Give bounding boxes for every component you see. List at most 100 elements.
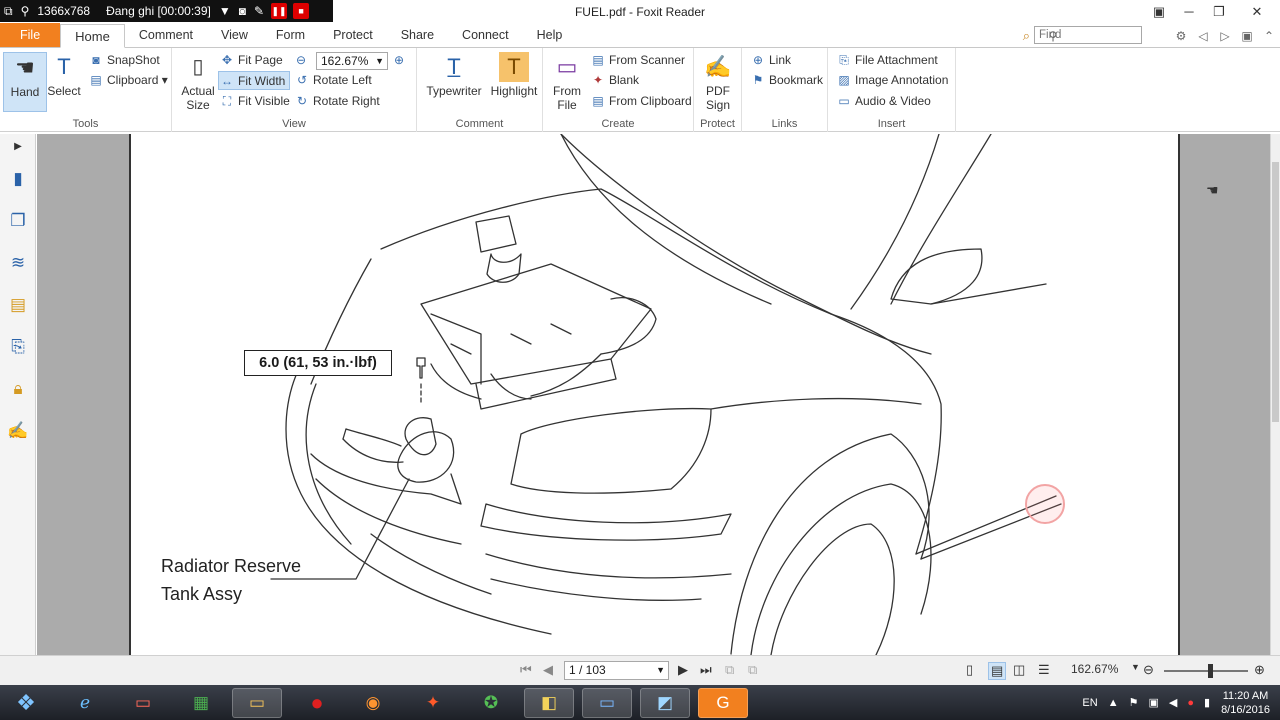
audio-video-button[interactable]: ▭ Audio & Video bbox=[836, 92, 931, 111]
tablet-app-icon[interactable]: ◩ bbox=[640, 688, 690, 718]
rotate-left-button[interactable]: ↺ Rotate Left bbox=[294, 71, 372, 90]
highlight-button[interactable]: T Highlight bbox=[489, 52, 539, 112]
previous-page-icon[interactable]: ◀ bbox=[543, 662, 553, 678]
zoom-slider[interactable] bbox=[1164, 664, 1248, 678]
excel-icon[interactable]: ▦ bbox=[176, 688, 226, 718]
rotate-right-button[interactable]: ↻ Rotate Right bbox=[294, 92, 380, 111]
single-page-icon[interactable]: ▯ bbox=[966, 662, 973, 678]
file-explorer-icon[interactable]: ▭ bbox=[232, 688, 282, 718]
close-button[interactable]: ✕ bbox=[1234, 0, 1280, 24]
forward-arrow-icon[interactable]: ▷ bbox=[1214, 29, 1236, 43]
zoom-in-button[interactable]: ⊕ bbox=[391, 51, 410, 70]
language-indicator[interactable]: EN bbox=[1077, 697, 1102, 709]
fit-width-button[interactable]: ↔ Fit Width bbox=[218, 71, 291, 90]
security-lock-icon[interactable]: 🔒︎ bbox=[0, 368, 36, 410]
volume-icon[interactable]: ◀︎ bbox=[1164, 696, 1182, 709]
clock[interactable]: 11:20 AM 8/16/2016 bbox=[1215, 689, 1280, 717]
select-button[interactable]: T Select bbox=[42, 52, 86, 112]
expand-arrow-icon[interactable]: ▶ bbox=[0, 134, 36, 158]
fit-visible-button[interactable]: ⛶ Fit Visible bbox=[219, 92, 290, 111]
zoom-select[interactable]: 162.67% ▼ bbox=[316, 52, 388, 70]
snapshot-button[interactable]: ◙ SnapShot bbox=[88, 51, 159, 70]
zoom-dropdown-icon[interactable]: ▼ bbox=[1131, 662, 1140, 672]
first-page-icon[interactable]: ⏮ bbox=[520, 662, 532, 678]
facing-page-icon[interactable]: ◫ bbox=[1013, 662, 1025, 678]
foxit-reader-taskbar-icon[interactable]: G bbox=[698, 688, 748, 718]
zoom-in-icon[interactable]: ⊕ bbox=[1254, 662, 1265, 678]
pdf-app-icon[interactable]: ▭ bbox=[118, 688, 168, 718]
collapse-ribbon-icon[interactable]: ⌃ bbox=[1258, 29, 1280, 43]
hand-button[interactable]: ☚ Hand bbox=[3, 52, 47, 112]
internet-explorer-icon[interactable]: ℯ bbox=[60, 688, 110, 718]
zoom-out-button[interactable]: ⊖ bbox=[293, 51, 312, 70]
continuous-page-icon[interactable]: ▤ bbox=[988, 662, 1007, 680]
previous-view-icon[interactable]: ⧉ bbox=[725, 662, 734, 678]
maximize-button[interactable]: ❐ bbox=[1204, 0, 1234, 24]
foxit-phantom-icon[interactable]: ✦ bbox=[408, 688, 458, 718]
pause-icon[interactable]: ❚❚ bbox=[271, 3, 288, 19]
comments-panel-icon[interactable]: ▤ bbox=[0, 284, 36, 326]
start-button-icon[interactable]: ❖ bbox=[2, 688, 50, 718]
stop-icon[interactable]: ■ bbox=[293, 3, 310, 19]
scrollbar-thumb[interactable] bbox=[1272, 162, 1279, 422]
mail-icon[interactable]: ● bbox=[1182, 697, 1199, 709]
minimize-button[interactable]: ─ bbox=[1174, 0, 1204, 24]
tab-help[interactable]: Help bbox=[523, 23, 577, 47]
flag-icon[interactable]: ⚑ bbox=[1124, 696, 1144, 709]
actual-size-button[interactable]: ▯ Actual Size bbox=[176, 52, 220, 112]
ribbon-toggle-icon[interactable]: ▣ bbox=[1144, 0, 1174, 24]
folder-search-icon[interactable]: ⌕ bbox=[1023, 28, 1030, 44]
firefox-icon[interactable]: ◉ bbox=[348, 688, 398, 718]
file-attachment-button[interactable]: ⎘ File Attachment bbox=[836, 51, 938, 70]
link-button[interactable]: ⊕ Link bbox=[750, 51, 791, 70]
zoom-out-icon[interactable]: ⊖ bbox=[1143, 662, 1154, 678]
vertical-scrollbar[interactable] bbox=[1270, 134, 1280, 655]
pages-panel-icon[interactable]: ❐ bbox=[0, 200, 36, 242]
search-icon[interactable]: ⚲ bbox=[17, 0, 34, 22]
network-icon[interactable]: ▣ bbox=[1143, 696, 1163, 709]
tray-arrow-icon[interactable]: ▲ bbox=[1103, 697, 1124, 709]
next-page-icon[interactable]: ▶ bbox=[678, 662, 688, 678]
fit-page-button[interactable]: ✥ Fit Page bbox=[219, 51, 283, 70]
tab-share[interactable]: Share bbox=[387, 23, 448, 47]
typewriter-button[interactable]: T̲ Typewriter bbox=[425, 52, 483, 112]
notes-app-icon[interactable]: ◧ bbox=[524, 688, 574, 718]
settings-icon[interactable]: ⚙ bbox=[1170, 29, 1192, 43]
camera-icon[interactable]: ◙ bbox=[235, 0, 250, 22]
next-view-icon[interactable]: ⧉ bbox=[748, 662, 757, 678]
layers-panel-icon[interactable]: ≋ bbox=[0, 242, 36, 284]
battery-icon[interactable]: ▮ bbox=[1199, 696, 1215, 709]
recorder-app-icon[interactable]: ● bbox=[292, 688, 342, 718]
remote-desktop-icon[interactable]: ▭ bbox=[582, 688, 632, 718]
image-annotation-button[interactable]: ▨ Image Annotation bbox=[836, 71, 948, 90]
tab-comment[interactable]: Comment bbox=[125, 23, 207, 47]
user-icon[interactable]: ▣ bbox=[1236, 29, 1258, 43]
continuous-facing-icon[interactable]: ☰ bbox=[1038, 662, 1050, 678]
tab-protect[interactable]: Protect bbox=[319, 23, 387, 47]
zoom-slider-knob[interactable] bbox=[1208, 664, 1213, 678]
document-viewport[interactable]: 6.0 (61, 53 in.·lbf) Radiator Reserve Ta… bbox=[37, 134, 1270, 655]
network-app-icon[interactable]: ✪ bbox=[466, 688, 516, 718]
bookmark-button[interactable]: ⚑ Bookmark bbox=[750, 71, 823, 90]
clipboard-button[interactable]: ▤ Clipboard ▾ bbox=[88, 71, 167, 90]
tab-view[interactable]: View bbox=[207, 23, 262, 47]
window-icon[interactable]: ⧉ bbox=[0, 0, 17, 22]
pdf-sign-button[interactable]: ✍ PDF Sign bbox=[696, 52, 740, 112]
tab-file[interactable]: File bbox=[0, 23, 61, 47]
dropdown-icon[interactable]: ▼ bbox=[215, 0, 235, 22]
from-scanner-button[interactable]: ▤ From Scanner bbox=[590, 51, 685, 70]
back-arrow-icon[interactable]: ◁ bbox=[1192, 29, 1214, 43]
from-file-button[interactable]: ▭ From File bbox=[545, 52, 589, 112]
blank-button[interactable]: ✦ Blank bbox=[590, 71, 639, 90]
attachments-panel-icon[interactable]: ⎘ bbox=[0, 326, 36, 368]
pen-icon[interactable]: ✎ bbox=[250, 0, 268, 22]
page-number-input[interactable]: 1 / 103 ▼ bbox=[564, 661, 669, 680]
find-search-icon[interactable]: ⚲ bbox=[1042, 29, 1064, 43]
tab-connect[interactable]: Connect bbox=[448, 23, 523, 47]
last-page-icon[interactable]: ⏭ bbox=[700, 662, 712, 678]
bookmarks-panel-icon[interactable]: ▮ bbox=[0, 158, 36, 200]
signature-panel-icon[interactable]: ✍ bbox=[0, 410, 36, 452]
tab-home[interactable]: Home bbox=[60, 24, 125, 48]
from-clipboard-button[interactable]: ▤ From Clipboard bbox=[590, 92, 691, 111]
tab-form[interactable]: Form bbox=[262, 23, 319, 47]
